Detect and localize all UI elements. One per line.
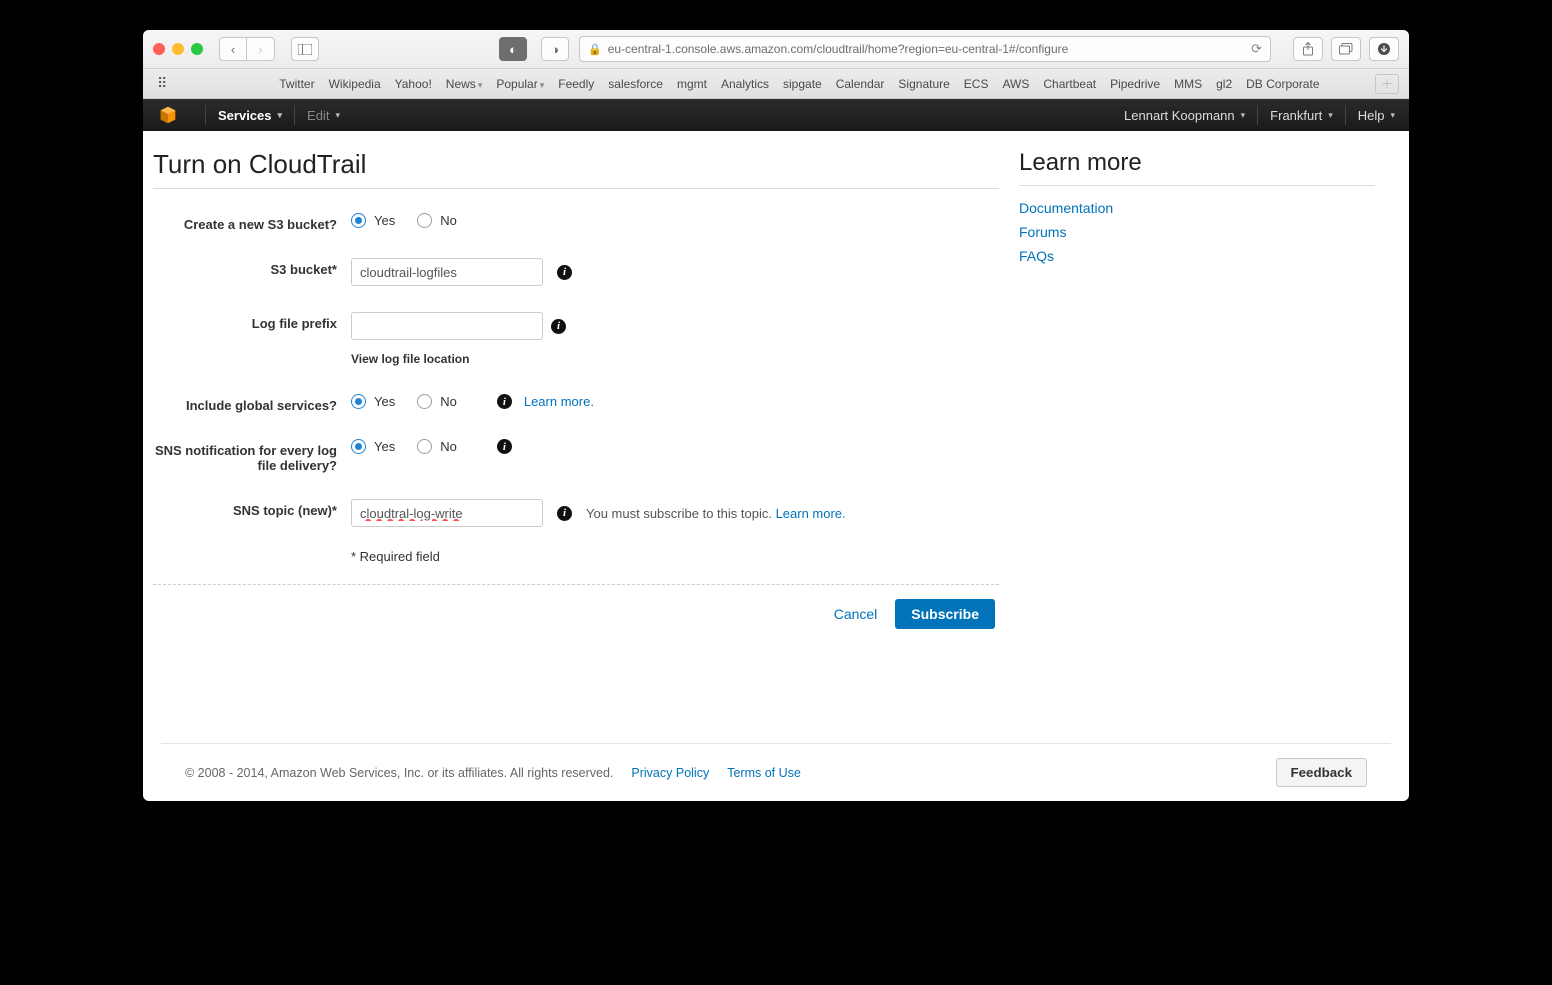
label-create-bucket: Create a new S3 bucket?: [153, 213, 351, 232]
info-icon[interactable]: i: [551, 319, 566, 334]
privacy-button[interactable]: ◑: [541, 37, 569, 61]
bookmark-item[interactable]: mgmt: [677, 77, 707, 91]
radio-global-no[interactable]: [417, 394, 432, 409]
view-log-location-link[interactable]: View log file location: [351, 352, 469, 366]
page-title: Turn on CloudTrail: [153, 149, 999, 189]
share-button[interactable]: [1293, 37, 1323, 61]
bookmark-item[interactable]: MMS: [1174, 77, 1202, 91]
bookmark-item[interactable]: Yahoo!: [395, 77, 432, 91]
label-s3-bucket: S3 bucket*: [153, 258, 351, 277]
bookmark-item[interactable]: Wikipedia: [329, 77, 381, 91]
lock-icon: 🔒: [588, 43, 602, 56]
radio-create-bucket-yes[interactable]: [351, 213, 366, 228]
label-sns-delivery: SNS notification for every log file deli…: [153, 439, 351, 473]
bookmark-item[interactable]: Feedly: [558, 77, 594, 91]
learn-more-link[interactable]: Learn more.: [776, 506, 846, 521]
learn-more-link[interactable]: Learn more.: [524, 394, 594, 409]
bookmark-item[interactable]: Chartbeat: [1043, 77, 1096, 91]
downloads-button[interactable]: [1369, 37, 1399, 61]
bookmark-item[interactable]: Popular▾: [496, 77, 544, 91]
label-log-prefix: Log file prefix: [153, 312, 351, 331]
edit-menu[interactable]: Edit▾: [307, 108, 340, 123]
info-icon[interactable]: i: [497, 439, 512, 454]
browser-chrome: ‹ › ◐ ◑ 🔒 eu-central-1.console.aws.amazo…: [143, 30, 1409, 99]
zoom-icon[interactable]: [191, 43, 203, 55]
bookmark-item[interactable]: AWS: [1002, 77, 1029, 91]
radio-create-bucket-no[interactable]: [417, 213, 432, 228]
sns-subscribe-note: You must subscribe to this topic. Learn …: [586, 506, 846, 521]
bookmark-item[interactable]: Twitter: [279, 77, 314, 91]
aws-navbar: Services▾ Edit▾ Lennart Koopmann▾ Frankf…: [143, 99, 1409, 131]
bookmark-item[interactable]: sipgate: [783, 77, 822, 91]
sidebar-button[interactable]: [291, 37, 319, 61]
radio-label-no: No: [440, 213, 457, 228]
bookmark-item[interactable]: salesforce: [608, 77, 663, 91]
info-icon[interactable]: i: [557, 506, 572, 521]
aws-logo-icon[interactable]: [157, 104, 179, 126]
footer: © 2008 - 2014, Amazon Web Services, Inc.…: [161, 743, 1391, 801]
radio-label-yes: Yes: [374, 213, 395, 228]
sidebar-title: Learn more: [1019, 149, 1375, 186]
reader-button[interactable]: ◐: [499, 37, 527, 61]
window-controls[interactable]: [153, 43, 203, 55]
new-tab-button[interactable]: ＋: [1375, 74, 1399, 94]
privacy-link[interactable]: Privacy Policy: [631, 766, 709, 780]
services-menu[interactable]: Services▾: [218, 108, 282, 123]
required-field-note: * Required field: [351, 549, 999, 564]
bookmark-item[interactable]: gl2: [1216, 77, 1232, 91]
feedback-button[interactable]: Feedback: [1276, 758, 1368, 787]
tabs-button[interactable]: [1331, 37, 1361, 61]
bookmark-item[interactable]: News▾: [446, 77, 483, 91]
bookmark-item[interactable]: Calendar: [836, 77, 885, 91]
address-bar[interactable]: 🔒 eu-central-1.console.aws.amazon.com/cl…: [579, 36, 1271, 62]
minimize-icon[interactable]: [172, 43, 184, 55]
forward-button[interactable]: ›: [247, 37, 275, 61]
radio-sns-yes[interactable]: [351, 439, 366, 454]
s3-bucket-input[interactable]: [351, 258, 543, 286]
cancel-button[interactable]: Cancel: [834, 606, 878, 622]
nav-back-forward[interactable]: ‹ ›: [219, 37, 275, 61]
apps-icon[interactable]: ⠿: [153, 73, 171, 94]
subscribe-button[interactable]: Subscribe: [895, 599, 995, 629]
info-icon[interactable]: i: [557, 265, 572, 280]
bookmark-item[interactable]: Pipedrive: [1110, 77, 1160, 91]
label-global-services: Include global services?: [153, 394, 351, 413]
account-menu[interactable]: Lennart Koopmann▾: [1124, 108, 1245, 123]
sns-topic-input[interactable]: [351, 499, 543, 527]
radio-sns-no[interactable]: [417, 439, 432, 454]
bookmarks-bar: ⠿ Twitter Wikipedia Yahoo! News▾ Popular…: [143, 68, 1409, 98]
bookmark-item[interactable]: Signature: [898, 77, 949, 91]
label-sns-topic: SNS topic (new)*: [153, 499, 351, 518]
region-menu[interactable]: Frankfurt▾: [1270, 108, 1333, 123]
info-icon[interactable]: i: [497, 394, 512, 409]
bookmark-item[interactable]: Analytics: [721, 77, 769, 91]
bookmark-item[interactable]: DB Corporate: [1246, 77, 1319, 91]
url-text: eu-central-1.console.aws.amazon.com/clou…: [608, 42, 1069, 56]
back-button[interactable]: ‹: [219, 37, 247, 61]
copyright: © 2008 - 2014, Amazon Web Services, Inc.…: [185, 766, 613, 780]
log-prefix-input[interactable]: [351, 312, 543, 340]
sidebar-link-faqs[interactable]: FAQs: [1019, 248, 1054, 264]
reload-icon[interactable]: ⟳: [1251, 41, 1262, 57]
help-menu[interactable]: Help▾: [1358, 108, 1395, 123]
sidebar-link-forums[interactable]: Forums: [1019, 224, 1066, 240]
bookmark-item[interactable]: ECS: [964, 77, 989, 91]
terms-link[interactable]: Terms of Use: [727, 766, 801, 780]
close-icon[interactable]: [153, 43, 165, 55]
sidebar-link-documentation[interactable]: Documentation: [1019, 200, 1113, 216]
radio-global-yes[interactable]: [351, 394, 366, 409]
